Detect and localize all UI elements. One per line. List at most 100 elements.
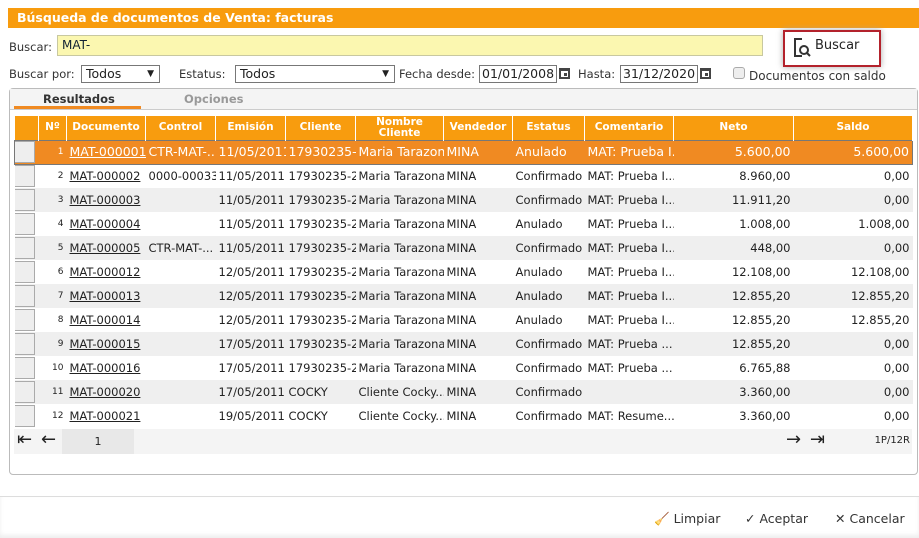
calendar-icon[interactable] <box>700 68 711 79</box>
estatus-select[interactable]: Todos ▼ <box>235 65 395 83</box>
table-row[interactable]: 1 MAT-000001 CTR-MAT-... 11/05/2011 17930235… <box>14 140 913 164</box>
row-checkbox[interactable] <box>14 357 35 379</box>
document-link[interactable]: MAT-000003 <box>70 193 141 207</box>
document-link[interactable]: MAT-000015 <box>70 337 141 351</box>
net-amount: 11.911,20 <box>673 188 794 212</box>
first-page-icon[interactable]: ⇤ <box>17 429 32 450</box>
document-link[interactable]: MAT-000001 <box>70 144 146 159</box>
table-row[interactable]: 10 MAT-000016 17/05/2011 17930235-2 Maria Ta… <box>14 356 913 380</box>
tab-opciones[interactable]: Opciones <box>184 92 244 106</box>
tab-resultados[interactable]: Resultados <box>43 92 115 106</box>
column-header[interactable]: Documento <box>66 116 146 140</box>
calendar-icon[interactable] <box>559 68 570 79</box>
column-header[interactable]: Nº <box>38 116 67 140</box>
saldo-checkbox[interactable] <box>733 67 745 79</box>
document-link[interactable]: MAT-000002 <box>67 164 146 188</box>
document-link[interactable]: MAT-000012 <box>67 260 146 284</box>
document-link[interactable]: MAT-000012 <box>70 265 141 279</box>
table-row[interactable]: 12 MAT-000021 19/05/2011 COCKY Cliente Cocky… <box>14 404 913 428</box>
row-checkbox[interactable] <box>14 189 35 211</box>
table-row[interactable]: 11 MAT-000020 17/05/2011 COCKY Cliente Cocky… <box>14 380 913 404</box>
next-page-icon[interactable]: → <box>786 429 801 450</box>
last-page-icon[interactable]: ⇥ <box>810 429 825 450</box>
row-checkbox[interactable] <box>14 141 35 163</box>
table-row[interactable]: 8 MAT-000014 12/05/2011 17930235-2 Maria Tar… <box>14 308 913 332</box>
comment: MAT: Prueba I... <box>587 313 674 327</box>
fecha-desde-label: Fecha desde: <box>399 67 475 81</box>
row-checkbox[interactable] <box>14 165 35 188</box>
search-input[interactable]: MAT- <box>57 35 763 56</box>
document-link[interactable]: MAT-000013 <box>70 289 141 303</box>
column-header[interactable]: Cliente <box>285 116 356 140</box>
status: Anulado <box>515 313 563 327</box>
emission-date: 11/05/2011 <box>215 236 286 260</box>
comment: MAT: Prueba I... <box>587 217 674 231</box>
column-header[interactable]: Nombre Cliente <box>355 116 444 140</box>
row-checkbox[interactable] <box>14 381 35 403</box>
buscar-por-value: Todos <box>86 66 122 81</box>
control: CTR-MAT-... <box>145 236 216 260</box>
document-link[interactable]: MAT-000020 <box>66 380 146 404</box>
column-header[interactable]: Control <box>145 116 216 140</box>
net-amount: 448,00 <box>673 236 794 260</box>
client-id: 17930235-2 <box>285 284 356 308</box>
comment: MAT: Prueba I... <box>587 169 674 184</box>
control: CTR-MAT-... <box>145 140 216 164</box>
document-link[interactable]: MAT-000021 <box>70 409 141 423</box>
table-row[interactable]: 3 MAT-000003 11/05/2011 17930235-2 Maria Tar… <box>14 188 913 212</box>
accept-button[interactable]: ✓ Aceptar <box>745 511 808 526</box>
row-checkbox[interactable] <box>14 285 35 307</box>
clear-button[interactable]: 🧹 Limpiar <box>654 511 720 527</box>
column-header[interactable]: Vendedor <box>443 116 513 140</box>
document-link[interactable]: MAT-000015 <box>66 332 146 356</box>
table-row[interactable]: 5 MAT-000005 CTR-MAT-... 11/05/2011 17930235… <box>14 236 913 260</box>
document-link[interactable]: MAT-000001 <box>66 140 146 164</box>
dropdown-arrow-icon: ▼ <box>382 69 389 79</box>
page-number[interactable]: 1 <box>62 429 134 454</box>
emission-date: 12/05/2011 <box>218 313 285 327</box>
prev-page-icon[interactable]: ← <box>41 429 56 450</box>
emission-date: 11/05/2011 <box>218 217 285 231</box>
cancel-button[interactable]: ✕ Cancelar <box>835 511 905 526</box>
document-link[interactable]: MAT-000014 <box>67 308 146 332</box>
table-row[interactable]: 6 MAT-000012 12/05/2011 17930235-2 Maria Tar… <box>14 260 913 284</box>
search-label: Buscar: <box>9 40 52 54</box>
row-number: 2 <box>57 171 64 182</box>
document-link[interactable]: MAT-000016 <box>70 361 141 375</box>
status: Confirmado <box>515 361 583 375</box>
row-checkbox[interactable] <box>14 213 35 235</box>
fecha-hasta-input[interactable]: 31/12/2020 <box>620 65 698 83</box>
client-name: Maria Tarazona <box>358 169 444 184</box>
search-button[interactable]: Buscar <box>783 30 881 67</box>
seller: MINA <box>443 284 513 308</box>
document-link[interactable]: MAT-000016 <box>67 356 146 380</box>
document-link[interactable]: MAT-000004 <box>70 217 141 231</box>
column-header[interactable]: Emisión <box>215 116 286 140</box>
document-link[interactable]: MAT-000003 <box>66 188 146 212</box>
document-link[interactable]: MAT-000005 <box>70 241 141 255</box>
table-row[interactable]: 2 MAT-000002 0000-00033 11/05/2011 17930235-… <box>14 164 913 188</box>
document-link[interactable]: MAT-000021 <box>67 404 146 428</box>
table-row[interactable]: 9 MAT-000015 17/05/2011 17930235-2 Maria Tar… <box>14 332 913 356</box>
column-header[interactable]: Neto <box>673 116 794 140</box>
buscar-por-select[interactable]: Todos ▼ <box>81 65 160 83</box>
fecha-desde-input[interactable]: 01/01/2008 <box>479 65 557 83</box>
row-checkbox[interactable] <box>14 333 35 355</box>
document-link[interactable]: MAT-000020 <box>70 385 141 399</box>
document-link[interactable]: MAT-000004 <box>67 212 146 236</box>
document-link[interactable]: MAT-000014 <box>70 313 141 327</box>
document-link[interactable]: MAT-000013 <box>66 284 146 308</box>
column-header[interactable]: Estatus <box>512 116 585 140</box>
table-row[interactable]: 4 MAT-000004 11/05/2011 17930235-2 Maria Tar… <box>14 212 913 236</box>
row-number: 5 <box>38 236 67 260</box>
row-checkbox[interactable] <box>14 405 35 427</box>
row-checkbox[interactable] <box>14 309 35 331</box>
table-row[interactable]: 7 MAT-000013 12/05/2011 17930235-2 Maria Tar… <box>14 284 913 308</box>
column-header[interactable]: Comentario <box>584 116 674 140</box>
document-link[interactable]: MAT-000005 <box>66 236 146 260</box>
pagination-bar: ⇤ ← 1 → ⇥ 1P/12R <box>14 429 912 454</box>
column-header[interactable]: Saldo <box>793 116 913 140</box>
document-link[interactable]: MAT-000002 <box>70 169 141 183</box>
row-checkbox[interactable] <box>14 237 35 259</box>
row-checkbox[interactable] <box>14 261 35 283</box>
